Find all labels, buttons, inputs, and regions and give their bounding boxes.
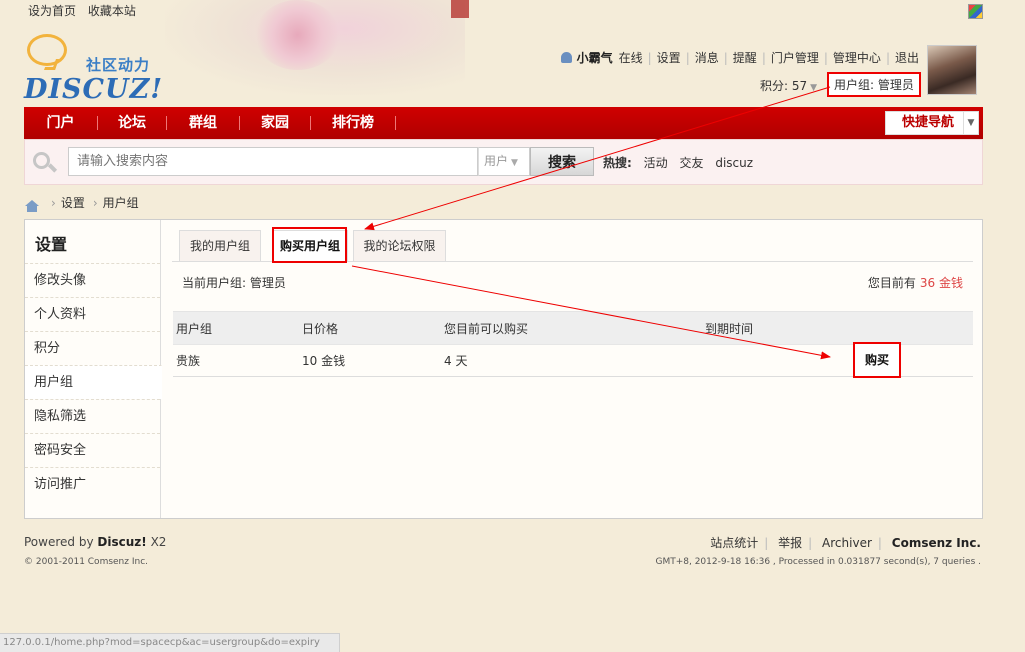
portal-admin-link[interactable]: 门户管理 [771,49,819,66]
chevron-down-icon: ▼ [511,158,518,168]
quick-nav-button[interactable]: 快捷导航 ▼ [885,111,979,135]
breadcrumb-settings[interactable]: 设置 [61,194,85,211]
points-menu[interactable]: 积分: 57 ▼ [760,77,817,94]
tab-forum-permissions[interactable]: 我的论坛权限 [353,230,446,261]
username-link[interactable]: 小霸气 [577,49,613,66]
points-label: 积分: 57 [760,79,808,93]
avatar[interactable] [927,45,977,95]
hot-searches: 热搜: 活动 交友 discuz [603,154,761,171]
nav-item-portal[interactable]: 门户 [24,107,97,139]
report-link[interactable]: 举报 [778,536,802,550]
column-header: 日价格 [302,322,339,336]
column-header: 用户组 [176,322,213,336]
site-stats-link[interactable]: 站点统计 [710,536,758,550]
sidebar-item-usergroup[interactable]: 用户组 [25,365,162,399]
nav-item-rankings[interactable]: 排行榜 [311,107,395,139]
settings-link[interactable]: 设置 [657,49,681,66]
logout-link[interactable]: 退出 [895,49,919,66]
search-type-label: 用户 [484,154,509,168]
powered-by: Powered by Discuz! X2 [24,535,166,549]
sidebar-item-credits[interactable]: 积分 [25,331,160,365]
nav-item-forum[interactable]: 论坛 [98,107,166,139]
balance-label: 您目前有 [867,276,916,290]
bookmark-site-link[interactable]: 收藏本站 [88,4,136,18]
cell-can-buy: 4 天 [444,354,468,368]
logo-slogan: 社区动力 [86,56,151,74]
top-links: 设为首页 收藏本站 [28,2,136,19]
chevron-right-icon: › [92,195,98,210]
usergroup-link[interactable]: 用户组: 管理员 [827,72,921,97]
site-logo[interactable]: 社区动力 DISCUZ! [24,34,164,105]
peony-decoration [255,0,340,70]
logo-brand: DISCUZ! [24,74,164,105]
powered-brand[interactable]: Discuz! [97,535,146,549]
nav-item-groups[interactable]: 群组 [167,107,239,139]
column-header: 您目前可以购买 [444,322,529,336]
powered-version: X2 [150,535,167,549]
notifications-link[interactable]: 提醒 [733,49,757,66]
windows-icon[interactable] [968,4,983,19]
breadcrumb-usergroup[interactable]: 用户组 [103,194,139,211]
highlight-box [272,227,347,263]
main-nav: 门户 论坛 群组 家园 排行榜 [24,107,983,139]
sidebar-item-promotion[interactable]: 访问推广 [25,467,160,501]
sidebar-item-avatar[interactable]: 修改头像 [25,263,160,297]
online-status-link[interactable]: 在线 [619,49,643,66]
admin-center-link[interactable]: 管理中心 [833,49,881,66]
search-input[interactable] [68,147,478,176]
cell-price: 10 金钱 [302,354,346,368]
chevron-down-icon: ▼ [963,112,978,134]
hot-search-term[interactable]: discuz [715,156,753,170]
tab-my-usergroup[interactable]: 我的用户组 [179,230,261,261]
footer-links: 站点统计 | 举报 | Archiver | Comsenz Inc. [710,536,981,550]
powered-prefix: Powered by [24,535,94,549]
sidebar-item-privacy[interactable]: 隐私筛选 [25,399,160,433]
chevron-down-icon: ▼ [810,83,818,93]
user-bar: 小霸气 在线 | 设置 | 消息 | 提醒 | 门户管理 | 管理中心 | 退出 [560,49,919,66]
search-button[interactable]: 搜索 [530,147,594,176]
breadcrumb: › 设置 › 用户组 [25,194,139,212]
sidebar-title: 设置 [35,235,68,254]
browser-status-bar: 127.0.0.1/home.php?mod=spacecp&ac=usergr… [0,633,340,652]
hot-search-term[interactable]: 活动 [644,156,668,170]
chevron-right-icon: › [51,195,56,210]
buy-button[interactable]: 购买 [853,342,901,378]
balance-amount: 36 金钱 [919,276,963,290]
search-type-select[interactable]: 用户 ▼ [478,147,530,176]
company-link[interactable]: Comsenz Inc. [892,536,981,550]
user-icon [560,52,572,63]
current-usergroup: 当前用户组: 管理员 [182,276,286,290]
hot-search-term[interactable]: 交友 [679,156,703,170]
balance: 您目前有 36 金钱 [868,274,963,291]
column-header: 到期时间 [705,322,754,336]
home-icon[interactable] [25,199,39,212]
archiver-link[interactable]: Archiver [822,536,872,550]
nav-item-home[interactable]: 家园 [240,107,310,139]
seal-stamp-decoration [451,0,469,18]
sidebar-item-password[interactable]: 密码安全 [25,433,160,467]
hot-search-label: 热搜: [603,156,632,170]
messages-link[interactable]: 消息 [695,49,719,66]
set-homepage-link[interactable]: 设为首页 [28,4,76,18]
cell-group: 贵族 [176,354,201,368]
table-header [173,311,973,345]
sidebar-item-profile[interactable]: 个人资料 [25,297,160,331]
quick-nav-label: 快捷导航 [902,115,955,130]
processing-info: GMT+8, 2012-9-18 16:36 , Processed in 0.… [655,557,981,567]
copyright: © 2001-2011 Comsenz Inc. [24,557,149,567]
